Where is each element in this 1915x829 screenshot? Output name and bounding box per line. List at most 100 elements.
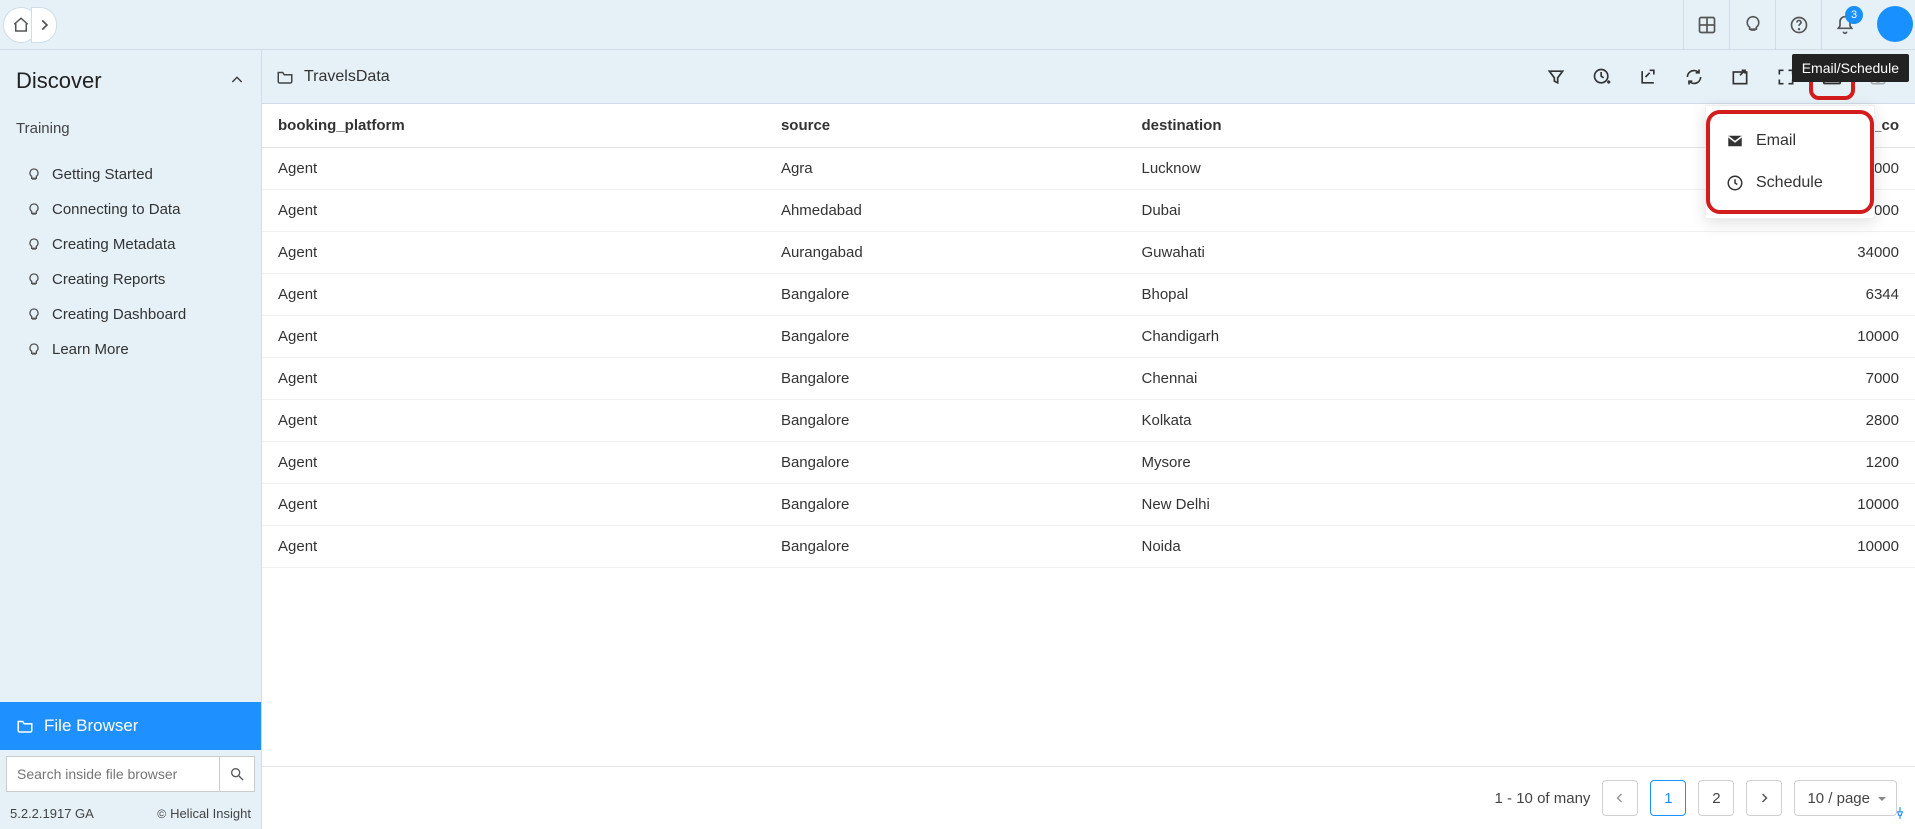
cell-source: Aurangabad <box>765 232 1126 274</box>
table-header-row: booking_platform source destination sum_… <box>262 104 1915 148</box>
pager-page-2[interactable]: 2 <box>1698 780 1734 816</box>
export-icon <box>1638 67 1658 87</box>
table-row[interactable]: AgentAurangabadGuwahati34000 <box>262 232 1915 274</box>
chevron-left-icon <box>1614 792 1626 804</box>
help-button[interactable] <box>1775 0 1821 50</box>
cell-booking_platform: Agent <box>262 274 765 316</box>
sidebar-item-getting-started[interactable]: Getting Started <box>0 157 261 192</box>
mail-icon <box>1726 132 1744 150</box>
chevron-up-icon <box>229 68 245 94</box>
dropdown-email-label: Email <box>1756 132 1796 150</box>
cell-destination: Guwahati <box>1125 232 1480 274</box>
search-icon <box>229 766 245 782</box>
cell-destination: Bhopal <box>1125 274 1480 316</box>
lightbulb-icon <box>26 307 42 323</box>
cell-sum_travel_cost: 1200 <box>1481 442 1915 484</box>
notifications-button[interactable]: 3 <box>1821 0 1867 50</box>
refresh-icon <box>1684 67 1704 87</box>
cell-booking_platform: Agent <box>262 148 765 190</box>
sidebar-item-creating-dashboard[interactable]: Creating Dashboard <box>0 297 261 332</box>
table-row[interactable]: AgentAgraLucknow000 <box>262 148 1915 190</box>
pager-size-select[interactable]: 10 / page <box>1794 780 1897 816</box>
pager-page-1[interactable]: 1 <box>1650 780 1686 816</box>
cell-source: Bangalore <box>765 274 1126 316</box>
dropdown-email[interactable]: Email <box>1710 120 1870 162</box>
cell-destination: New Delhi <box>1125 484 1480 526</box>
cell-destination: Dubai <box>1125 190 1480 232</box>
profile-button[interactable] <box>1867 0 1907 50</box>
notification-badge: 3 <box>1845 6 1863 24</box>
pager-next[interactable] <box>1746 780 1782 816</box>
discover-toggle[interactable]: Discover <box>0 50 261 112</box>
table-row[interactable]: AgentBangaloreChandigarh10000 <box>262 316 1915 358</box>
cell-sum_travel_cost: 10000 <box>1481 484 1915 526</box>
dropdown-schedule[interactable]: Schedule <box>1710 162 1870 204</box>
search-input[interactable] <box>6 756 219 792</box>
cell-source: Bangalore <box>765 484 1126 526</box>
sidebar-item-label: Creating Metadata <box>52 236 175 253</box>
cell-booking_platform: Agent <box>262 400 765 442</box>
sidebar-item-label: Creating Reports <box>52 271 165 288</box>
pager-size-label: 10 / page <box>1807 790 1870 807</box>
idea-button[interactable] <box>1729 0 1775 50</box>
table-row[interactable]: AgentAhmedabadDubai000 <box>262 190 1915 232</box>
cache-button[interactable] <box>1579 54 1625 100</box>
cell-booking_platform: Agent <box>262 316 765 358</box>
sidebar-item-label: Creating Dashboard <box>52 306 186 323</box>
table-row[interactable]: AgentBangaloreNoida10000 <box>262 526 1915 568</box>
sidebar-item-connecting-data[interactable]: Connecting to Data <box>0 192 261 227</box>
search-button[interactable] <box>219 756 255 792</box>
table-row[interactable]: AgentBangaloreBhopal6344 <box>262 274 1915 316</box>
cell-booking_platform: Agent <box>262 232 765 274</box>
cell-destination: Chennai <box>1125 358 1480 400</box>
cell-destination: Chandigarh <box>1125 316 1480 358</box>
table-scroll[interactable]: booking_platform source destination sum_… <box>262 104 1915 766</box>
pager-prev[interactable] <box>1602 780 1638 816</box>
breadcrumb-label: TravelsData <box>304 68 390 86</box>
sidebar-item-learn-more[interactable]: Learn More <box>0 332 261 367</box>
top-header: 3 <box>0 0 1915 50</box>
forward-button[interactable] <box>32 8 56 42</box>
lightbulb-icon <box>26 167 42 183</box>
lightbulb-icon <box>26 342 42 358</box>
breadcrumb: TravelsData <box>276 68 390 86</box>
cell-sum_travel_cost: 10000 <box>1481 316 1915 358</box>
col-source[interactable]: source <box>765 104 1126 148</box>
clock-icon <box>1726 174 1744 192</box>
table-row[interactable]: AgentBangaloreMysore1200 <box>262 442 1915 484</box>
cell-destination: Kolkata <box>1125 400 1480 442</box>
cell-destination: Noida <box>1125 526 1480 568</box>
refresh-button[interactable] <box>1671 54 1717 100</box>
file-browser-button[interactable]: File Browser <box>0 702 261 750</box>
lightbulb-icon <box>1743 15 1763 35</box>
cell-booking_platform: Agent <box>262 484 765 526</box>
cell-destination: Lucknow <box>1125 148 1480 190</box>
cell-source: Bangalore <box>765 526 1126 568</box>
table-row[interactable]: AgentBangaloreNew Delhi10000 <box>262 484 1915 526</box>
cell-source: Ahmedabad <box>765 190 1126 232</box>
pager-range: 1 - 10 of many <box>1495 790 1591 807</box>
cell-booking_platform: Agent <box>262 358 765 400</box>
sidebar-item-label: Learn More <box>52 341 129 358</box>
table-row[interactable]: AgentBangaloreChennai7000 <box>262 358 1915 400</box>
sidebar-item-creating-reports[interactable]: Creating Reports <box>0 262 261 297</box>
file-browser-label: File Browser <box>44 716 138 736</box>
filter-button[interactable] <box>1533 54 1579 100</box>
col-destination[interactable]: destination <box>1125 104 1480 148</box>
col-booking-platform[interactable]: booking_platform <box>262 104 765 148</box>
export-button[interactable] <box>1625 54 1671 100</box>
table-row[interactable]: AgentBangaloreKolkata2800 <box>262 400 1915 442</box>
folder-icon <box>276 68 294 86</box>
pagination: 1 - 10 of many 1 2 10 / page <box>262 767 1915 829</box>
layout-button[interactable] <box>1683 0 1729 50</box>
open-new-button[interactable] <box>1717 54 1763 100</box>
email-schedule-dropdown: Email Schedule <box>1705 105 1875 219</box>
cell-sum_travel_cost: 6344 <box>1481 274 1915 316</box>
cell-source: Bangalore <box>765 358 1126 400</box>
pin-icon[interactable] <box>1893 806 1907 823</box>
chevron-right-icon <box>1758 792 1770 804</box>
sidebar-item-creating-metadata[interactable]: Creating Metadata <box>0 227 261 262</box>
home-icon <box>12 16 30 34</box>
main-content: TravelsData <box>262 50 1915 829</box>
cell-sum_travel_cost: 34000 <box>1481 232 1915 274</box>
